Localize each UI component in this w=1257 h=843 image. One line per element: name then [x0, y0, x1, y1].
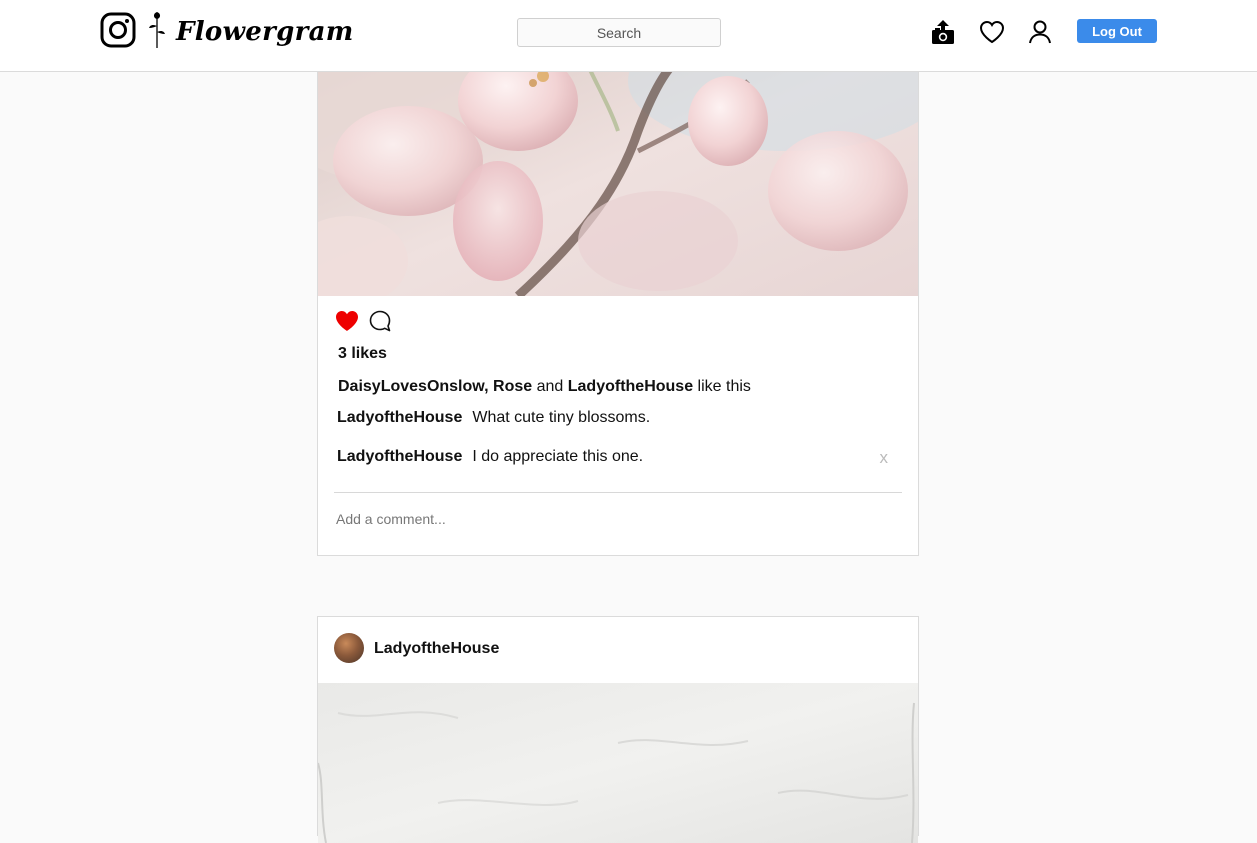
likes-count: 3 likes: [338, 345, 387, 362]
liked-heart-icon[interactable]: [334, 308, 360, 334]
post-card: 3 likes DaisyLovesOnslow, Rose and Ladyo…: [317, 40, 919, 556]
top-nav-bar: Flowergram Log Out: [0, 0, 1257, 72]
instagram-logo-icon[interactable]: [100, 12, 136, 48]
comment-divider: [334, 492, 902, 493]
liker-username[interactable]: Rose: [493, 378, 532, 395]
comment-text: What cute tiny blossoms.: [472, 409, 651, 426]
logout-button[interactable]: Log Out: [1077, 19, 1157, 43]
comment-bubble-icon[interactable]: [368, 309, 392, 333]
post-photo-white-wall[interactable]: [318, 683, 918, 843]
upload-photo-icon[interactable]: [929, 18, 957, 46]
comment-username[interactable]: LadyoftheHouse: [337, 448, 462, 465]
search-input[interactable]: [517, 18, 721, 47]
delete-comment-button[interactable]: x: [880, 448, 889, 468]
author-avatar[interactable]: [334, 633, 364, 663]
likers-summary: DaisyLovesOnslow, Rose and LadyoftheHous…: [338, 378, 751, 395]
liker-username[interactable]: LadyoftheHouse: [568, 378, 693, 395]
likers-suffix: like this: [697, 378, 751, 395]
comment-row: LadyoftheHouse I do appreciate this one. …: [337, 448, 902, 468]
comment-username[interactable]: LadyoftheHouse: [337, 409, 462, 426]
comment-row: LadyoftheHouse What cute tiny blossoms.: [337, 409, 902, 427]
post-author-username[interactable]: LadyoftheHouse: [374, 640, 499, 658]
heart-icon[interactable]: [978, 18, 1006, 46]
liker-username[interactable]: DaisyLovesOnslow: [338, 378, 484, 395]
add-comment-input[interactable]: [334, 507, 902, 531]
post-card: LadyoftheHouse: [317, 616, 919, 843]
likers-connector: and: [536, 378, 564, 395]
brand-name[interactable]: Flowergram: [176, 12, 354, 52]
profile-icon[interactable]: [1026, 18, 1054, 46]
post-photo-blossoms[interactable]: [318, 41, 918, 296]
comment-text: I do appreciate this one.: [472, 448, 644, 465]
rose-logo-icon: [149, 12, 165, 48]
